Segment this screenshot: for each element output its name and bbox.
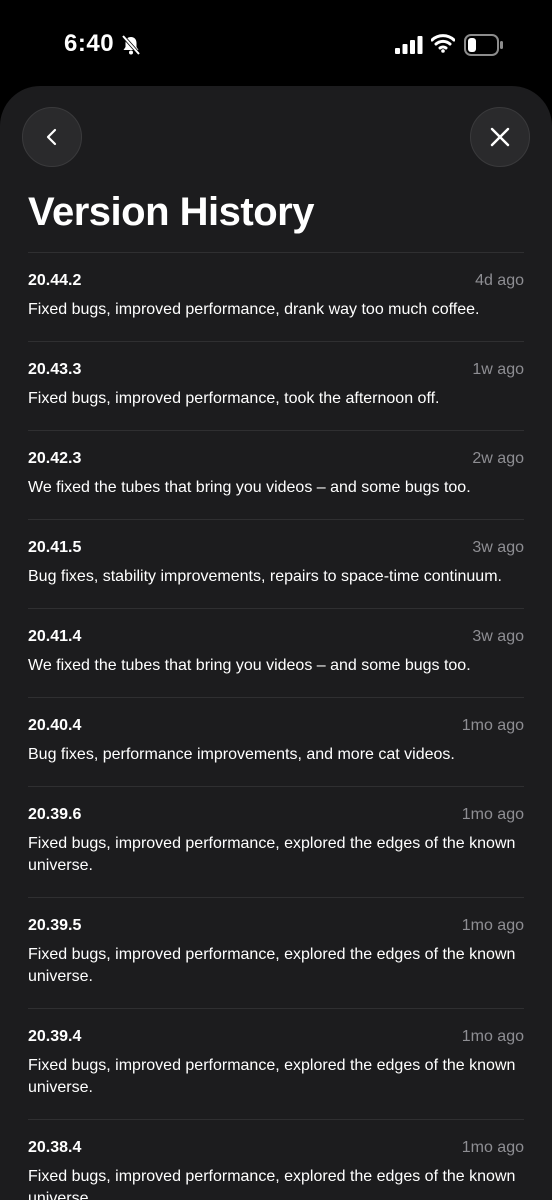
version-item: 20.39.5 1mo ago Fixed bugs, improved perfo… <box>28 898 524 1009</box>
version-list[interactable]: 20.44.2 4d ago Fixed bugs, improved perfor… <box>28 252 524 1200</box>
version-row: 20.41.5 3w ago <box>28 539 524 557</box>
version-notes: Fixed bugs, improved performance, drank … <box>28 301 480 318</box>
version-item: 20.40.4 1mo ago Bug fixes, performance imp… <box>28 698 524 787</box>
version-age: 1mo ago <box>461 917 524 934</box>
version-number: 20.41.4 <box>28 628 82 645</box>
version-item: 20.44.2 4d ago Fixed bugs, improved perfor… <box>28 253 524 342</box>
version-row: 20.39.4 1mo ago <box>28 1028 524 1046</box>
version-notes: Fixed bugs, improved performance, explor… <box>28 835 516 874</box>
bell-slash-icon <box>121 34 141 56</box>
version-notes: Bug fixes, stability improvements, repai… <box>28 568 502 585</box>
version-age: 1mo ago <box>461 1139 524 1156</box>
version-row: 20.44.2 4d ago <box>28 272 524 290</box>
wifi-icon <box>431 34 455 53</box>
version-age: 1w ago <box>472 361 524 378</box>
version-history-sheet: Version History 20.44.2 4d ago Fixed bugs,… <box>0 86 552 1200</box>
version-notes: Fixed bugs, improved performance, explor… <box>28 1057 516 1096</box>
version-notes: We fixed the tubes that bring you videos… <box>28 657 471 674</box>
back-button[interactable] <box>22 107 82 167</box>
status-bar: 6:40 <box>0 0 552 86</box>
version-number: 20.39.6 <box>28 806 82 823</box>
version-age: 1mo ago <box>461 806 524 823</box>
version-number: 20.43.3 <box>28 361 82 378</box>
version-row: 20.39.6 1mo ago <box>28 806 524 824</box>
version-age: 1mo ago <box>461 1028 524 1045</box>
version-number: 20.42.3 <box>28 450 82 467</box>
version-row: 20.42.3 2w ago <box>28 450 524 468</box>
version-age: 2w ago <box>472 450 524 467</box>
version-notes: Fixed bugs, improved performance, took t… <box>28 390 440 407</box>
version-age: 4d ago <box>475 272 524 289</box>
version-number: 20.40.4 <box>28 717 82 734</box>
chevron-left-icon <box>46 128 57 146</box>
version-notes: We fixed the tubes that bring you videos… <box>28 479 471 496</box>
version-item: 20.39.6 1mo ago Fixed bugs, improved perfo… <box>28 787 524 898</box>
version-item: 20.38.4 1mo ago Fixed bugs, improved perfo… <box>28 1120 524 1200</box>
version-age: 3w ago <box>472 628 524 645</box>
close-icon <box>490 127 510 147</box>
version-number: 20.39.5 <box>28 917 82 934</box>
version-number: 20.39.4 <box>28 1028 82 1045</box>
version-item: 20.43.3 1w ago Fixed bugs, improved perfor… <box>28 342 524 431</box>
version-number: 20.44.2 <box>28 272 82 289</box>
version-item: 20.41.5 3w ago Bug fixes, stability improv… <box>28 520 524 609</box>
version-item: 20.42.3 2w ago We fixed the tubes that bri… <box>28 431 524 520</box>
version-notes: Fixed bugs, improved performance, explor… <box>28 1168 516 1200</box>
version-age: 3w ago <box>472 539 524 556</box>
version-age: 1mo ago <box>461 717 524 734</box>
version-row: 20.38.4 1mo ago <box>28 1139 524 1157</box>
version-item: 20.39.4 1mo ago Fixed bugs, improved perfo… <box>28 1009 524 1120</box>
version-row: 20.43.3 1w ago <box>28 361 524 379</box>
version-row: 20.41.4 3w ago <box>28 628 524 646</box>
version-number: 20.41.5 <box>28 539 82 556</box>
battery-icon <box>464 34 503 56</box>
page-title: Version History <box>28 190 314 234</box>
version-row: 20.40.4 1mo ago <box>28 717 524 735</box>
version-row: 20.39.5 1mo ago <box>28 917 524 935</box>
version-item: 20.41.4 3w ago We fixed the tubes that bri… <box>28 609 524 698</box>
version-number: 20.38.4 <box>28 1139 82 1156</box>
version-notes: Fixed bugs, improved performance, explor… <box>28 946 516 985</box>
close-button[interactable] <box>470 107 530 167</box>
version-notes: Bug fixes, performance improvements, and… <box>28 746 455 763</box>
signal-icon <box>395 36 423 54</box>
status-time: 6:40 <box>64 30 115 57</box>
